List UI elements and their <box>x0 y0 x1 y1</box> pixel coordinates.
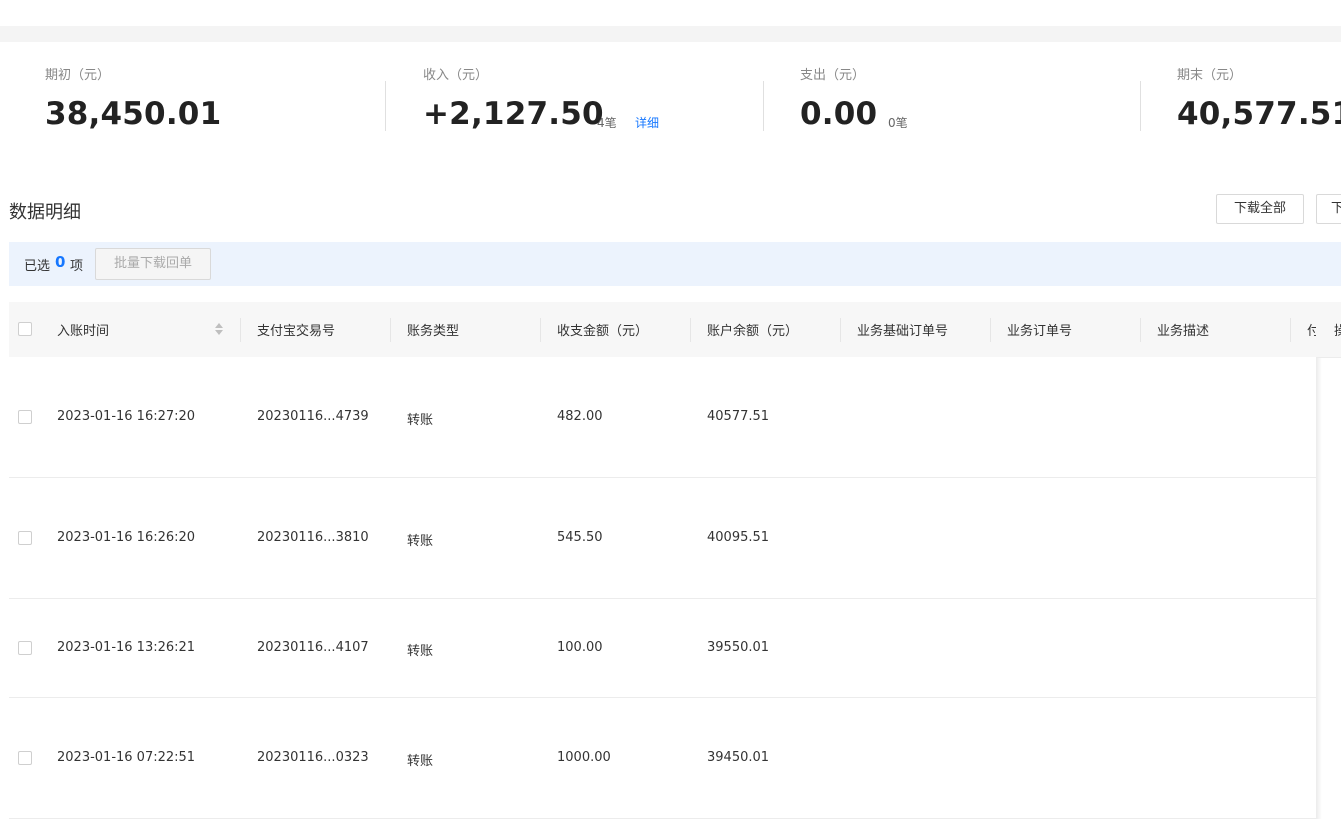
row-checkbox[interactable] <box>18 410 32 424</box>
cell-time: 2023-01-16 07:22:51 <box>57 750 196 765</box>
cell-type: 转账 <box>407 754 434 769</box>
column-header-type: 账务类型 <box>407 324 460 339</box>
cell-time: 2023-01-16 16:27:20 <box>57 409 196 424</box>
column-separator <box>1140 318 1141 342</box>
column-header-base-order: 业务基础订单号 <box>857 324 949 339</box>
sort-caret-icon[interactable] <box>214 322 224 336</box>
stat-opening-label: 期初（元） <box>45 68 111 83</box>
cell-time: 2023-01-16 13:26:21 <box>57 640 196 655</box>
cell-type: 转账 <box>407 413 434 428</box>
column-separator <box>990 318 991 342</box>
table-row: 2023-01-16 16:26:20 20230116...3810 转账 5… <box>9 478 1341 599</box>
cell-balance: 39550.01 <box>707 640 770 655</box>
stat-divider <box>763 81 764 131</box>
cell-trade-no: 20230116...4739 <box>257 409 369 424</box>
stat-closing: 期末（元） 40,577.51 <box>1177 66 1341 132</box>
column-separator <box>1290 318 1291 342</box>
section-title: 数据明细 <box>9 202 81 223</box>
cell-trade-no: 20230116...3810 <box>257 530 369 545</box>
column-header-amount: 收支金额（元） <box>557 324 649 339</box>
column-header-time[interactable]: 入账时间 <box>57 320 109 339</box>
stat-closing-value: 40,577.51 <box>1177 96 1341 132</box>
row-checkbox[interactable] <box>18 531 32 545</box>
row-checkbox[interactable] <box>18 751 32 765</box>
stat-divider <box>385 81 386 131</box>
download-partial-button[interactable]: 下 <box>1316 194 1341 224</box>
cell-balance: 40577.51 <box>707 409 770 424</box>
stat-opening-value: 38,450.01 <box>45 96 222 132</box>
column-header-description: 业务描述 <box>1157 324 1210 339</box>
income-detail-link[interactable]: 详细 <box>635 114 659 131</box>
stat-divider <box>1140 81 1141 131</box>
fixed-column-header: 操 <box>1316 302 1341 358</box>
selection-prefix: 已选 <box>24 259 51 274</box>
cell-trade-no: 20230116...4107 <box>257 640 369 655</box>
selection-bar: 已选 0 项 批量下载回单 <box>9 242 1341 286</box>
cell-amount: 482.00 <box>557 409 603 424</box>
cell-type: 转账 <box>407 644 434 659</box>
cell-amount: 1000.00 <box>557 750 611 765</box>
column-header-trade-no: 支付宝交易号 <box>257 324 336 339</box>
column-header-order: 业务订单号 <box>1007 324 1073 339</box>
table-row: 2023-01-16 13:26:21 20230116...4107 转账 1… <box>9 599 1341 698</box>
cell-type: 转账 <box>407 534 434 549</box>
column-separator <box>840 318 841 342</box>
column-separator <box>540 318 541 342</box>
column-separator <box>240 318 241 342</box>
stat-closing-label: 期末（元） <box>1177 68 1243 83</box>
top-bar <box>0 0 1341 26</box>
row-checkbox[interactable] <box>18 641 32 655</box>
top-divider-band <box>0 26 1341 42</box>
stat-income-value: +2,127.50 <box>423 96 604 132</box>
cell-trade-no: 20230116...0323 <box>257 750 369 765</box>
table-header: 入账时间 支付宝交易号 账务类型 收支金额（元） 账户余额（元） 业务基础订单号… <box>9 302 1341 358</box>
column-separator <box>390 318 391 342</box>
stat-expense-count: 0笔 <box>888 116 908 130</box>
stat-expense-label: 支出（元） <box>800 68 866 83</box>
cell-amount: 545.50 <box>557 530 603 545</box>
download-all-button[interactable]: 下载全部 <box>1216 194 1304 224</box>
cell-amount: 100.00 <box>557 640 603 655</box>
column-separator <box>690 318 691 342</box>
table-row: 2023-01-16 07:22:51 20230116...0323 转账 1… <box>9 698 1341 819</box>
stat-income-count: 4笔 <box>597 116 617 130</box>
cell-balance: 40095.51 <box>707 530 770 545</box>
table-row: 2023-01-16 16:27:20 20230116...4739 转账 4… <box>9 357 1341 478</box>
stat-income-label: 收入（元） <box>423 68 489 83</box>
column-header-balance: 账户余额（元） <box>707 324 799 339</box>
column-header-operation: 操 <box>1334 324 1341 339</box>
batch-download-button[interactable]: 批量下载回单 <box>95 248 211 280</box>
selection-unit: 项 <box>70 259 84 274</box>
stat-income: 收入（元） +2,127.50 4笔 详细 <box>423 66 659 132</box>
fixed-operation-column: 操 <box>1316 302 1341 819</box>
selection-count: 0 <box>55 253 66 271</box>
select-all-checkbox[interactable] <box>18 322 32 336</box>
stat-opening: 期初（元） 38,450.01 <box>45 66 221 132</box>
cell-balance: 39450.01 <box>707 750 770 765</box>
stat-expense-value: 0.00 <box>800 96 878 132</box>
cell-time: 2023-01-16 16:26:20 <box>57 530 196 545</box>
stat-expense: 支出（元） 0.00 0笔 <box>800 66 908 132</box>
